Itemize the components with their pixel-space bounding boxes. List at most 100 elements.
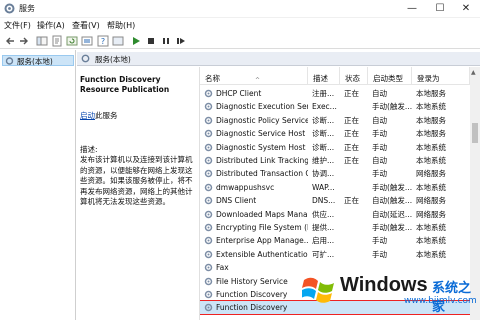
service-startup-type: 手动 bbox=[372, 249, 387, 259]
service-logon-as: 本地系统 bbox=[416, 156, 446, 165]
start-service-icon[interactable] bbox=[130, 35, 142, 47]
minimize-button[interactable]: — bbox=[398, 1, 426, 16]
service-startup-type: 手动(触发... bbox=[372, 223, 412, 232]
service-row[interactable]: Distributed Link Tracking... 维护... 正在 自动 本地系… bbox=[200, 154, 470, 167]
service-status: 正在 bbox=[344, 89, 359, 98]
toolbar: ? bbox=[0, 33, 480, 49]
column-header-name[interactable]: 名称 ^ bbox=[200, 67, 308, 85]
window-title: 服务 bbox=[19, 4, 35, 13]
gear-icon bbox=[204, 290, 213, 299]
service-name: Diagnostic Policy Service bbox=[216, 115, 308, 125]
column-header-desc[interactable]: 描述 bbox=[308, 67, 340, 85]
service-row[interactable]: Diagnostic System Host 诊断... 正在 手动 本地系统 bbox=[200, 141, 470, 154]
title-bar: 服务 — ☐ ✕ bbox=[0, 0, 480, 18]
gear-icon bbox=[204, 89, 213, 98]
menu-file[interactable]: 文件(F) bbox=[4, 20, 31, 31]
service-startup-type: 手动 bbox=[372, 142, 387, 152]
refresh-icon[interactable] bbox=[66, 35, 78, 47]
service-row[interactable]: dmwappushsvc WAP... 手动(触发... 本地系统 bbox=[200, 181, 470, 194]
maximize-button[interactable]: ☐ bbox=[426, 1, 454, 16]
service-title: Function Discovery Resource Publication bbox=[80, 75, 170, 94]
service-row[interactable]: Diagnostic Policy Service 诊断... 正在 自动 本地服务 bbox=[200, 114, 470, 127]
watermark-brand: Windows bbox=[340, 274, 428, 296]
menu-help[interactable]: 帮助(H) bbox=[107, 20, 135, 31]
show-hide-tree-icon[interactable] bbox=[36, 35, 48, 47]
service-desc: WAP... bbox=[312, 182, 335, 192]
service-startup-type: 手动 bbox=[372, 129, 387, 139]
service-name: DNS Client bbox=[216, 196, 257, 206]
service-logon-as: 本地服务 bbox=[416, 115, 446, 125]
service-name: File History Service bbox=[216, 276, 288, 286]
menu-view[interactable]: 查看(V) bbox=[72, 20, 100, 31]
service-logon-as: 本地系统 bbox=[416, 249, 446, 259]
watermark: Windows 系统之家 www.bjjmlv.com bbox=[302, 268, 480, 315]
pane-header-label: 服务(本地) bbox=[95, 55, 131, 64]
service-logon-as: 本地服务 bbox=[416, 89, 446, 98]
help-icon[interactable]: ? bbox=[97, 35, 109, 47]
service-row[interactable]: Diagnostic Execution Serv... Exec... 手动(触发… bbox=[200, 100, 470, 113]
forward-arrow-icon[interactable] bbox=[18, 35, 30, 47]
gear-icon bbox=[204, 196, 213, 205]
service-startup-type: 手动 bbox=[372, 169, 387, 179]
column-desc-label: 描述 bbox=[313, 74, 328, 83]
service-row[interactable]: Extensible Authenticatio... 可扩... 手动 本地系统 bbox=[200, 248, 470, 261]
column-status-label: 状态 bbox=[345, 74, 360, 83]
gear-icon bbox=[204, 116, 213, 125]
service-row[interactable]: Encrypting File System (E... 提供... 手动(触发..… bbox=[200, 221, 470, 234]
service-row[interactable]: Distributed Transaction C... 协调... 手动 网络服务 bbox=[200, 167, 470, 180]
service-row[interactable]: DNS Client DNS... 正在 自动(触发... 网络服务 bbox=[200, 194, 470, 207]
restart-service-icon[interactable] bbox=[175, 35, 187, 47]
close-button[interactable]: ✕ bbox=[452, 1, 480, 16]
properties-icon[interactable] bbox=[51, 35, 63, 47]
scroll-up-icon[interactable]: ▲ bbox=[471, 69, 476, 76]
service-desc: 提供... bbox=[312, 223, 335, 232]
menu-action[interactable]: 操作(A) bbox=[37, 20, 65, 31]
service-logon-as: 网络服务 bbox=[416, 169, 446, 179]
export-list-icon[interactable] bbox=[81, 35, 93, 47]
gear-icon bbox=[204, 237, 213, 245]
services-node-icon bbox=[5, 57, 14, 65]
service-name: Diagnostic Service Host bbox=[216, 129, 306, 139]
service-row[interactable]: Downloaded Maps Manager 供应... 自动(延迟... 网络服务 bbox=[200, 208, 470, 221]
column-startup-label: 启动类型 bbox=[373, 74, 403, 83]
gear-icon bbox=[204, 277, 213, 285]
gear-icon bbox=[204, 143, 213, 151]
back-arrow-icon[interactable] bbox=[4, 35, 16, 47]
service-desc: 维护... bbox=[312, 156, 335, 165]
service-name: Distributed Transaction C... bbox=[216, 169, 308, 179]
console-icon[interactable] bbox=[112, 35, 124, 47]
column-logon-label: 登录为 bbox=[417, 74, 440, 83]
service-logon-as: 本地系统 bbox=[416, 236, 446, 246]
service-desc: DNS... bbox=[312, 196, 336, 206]
service-name: Distributed Link Tracking... bbox=[216, 156, 308, 165]
service-startup-type: 手动 bbox=[372, 236, 387, 246]
column-header-logon[interactable]: 登录为 bbox=[412, 67, 470, 85]
service-logon-as: 本地系统 bbox=[416, 182, 446, 192]
service-row[interactable]: DHCP Client 注册... 正在 自动 本地服务 bbox=[200, 87, 470, 100]
gear-icon bbox=[204, 183, 213, 192]
service-name: dmwappushsvc bbox=[216, 182, 275, 192]
gear-icon bbox=[204, 304, 213, 312]
service-row[interactable]: Diagnostic Service Host 诊断... 正在 手动 本地服务 bbox=[200, 127, 470, 140]
service-name: Fax bbox=[216, 263, 229, 273]
tree-node-services-local[interactable]: 服务(本地) bbox=[2, 55, 74, 66]
gear-icon bbox=[204, 170, 213, 178]
stop-service-icon[interactable] bbox=[145, 35, 157, 47]
service-logon-as: 网络服务 bbox=[416, 196, 446, 206]
column-header-startup[interactable]: 启动类型 bbox=[368, 67, 412, 85]
scroll-thumb[interactable] bbox=[472, 123, 478, 143]
service-status: 正在 bbox=[344, 142, 359, 152]
service-desc: 协调... bbox=[312, 169, 335, 179]
service-name: Diagnostic Execution Serv... bbox=[216, 102, 308, 112]
column-header-status[interactable]: 状态 bbox=[340, 67, 368, 85]
service-name: DHCP Client bbox=[216, 89, 262, 98]
menu-bar: 文件(F) 操作(A) 查看(V) 帮助(H) bbox=[0, 19, 480, 32]
service-name: Encrypting File System (E... bbox=[216, 223, 308, 232]
description-pane: Function Discovery Resource Publication … bbox=[77, 67, 199, 320]
start-service-link[interactable]: 启动 bbox=[80, 111, 95, 120]
service-row[interactable]: Enterprise App Manage... 启用... 手动 本地系统 bbox=[200, 234, 470, 247]
pause-service-icon[interactable] bbox=[160, 35, 172, 47]
tree-pane: 服务(本地) bbox=[0, 50, 76, 320]
service-name: Enterprise App Manage... bbox=[216, 236, 308, 246]
service-desc: 供应... bbox=[312, 209, 335, 219]
